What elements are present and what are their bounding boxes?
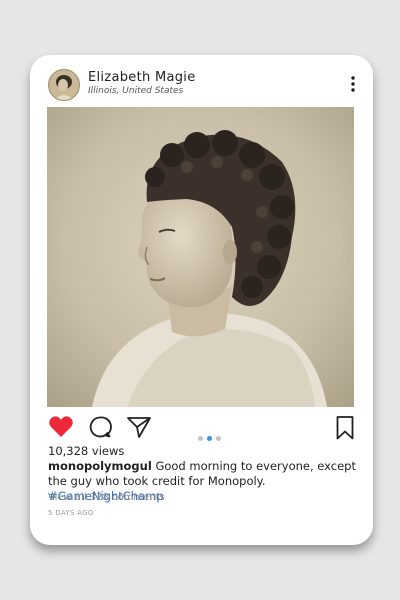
post-username[interactable]: Elizabeth Magie xyxy=(88,70,196,85)
post-card: Elizabeth Magie Illinois, United States xyxy=(30,55,373,545)
carousel-dot xyxy=(198,436,203,441)
post-header: Elizabeth Magie Illinois, United States xyxy=(48,69,359,101)
carousel-indicator xyxy=(198,426,225,441)
views-count: 10,328 views xyxy=(48,444,125,458)
comment-icon[interactable] xyxy=(88,415,112,443)
post-photo[interactable] xyxy=(47,107,354,407)
caption-username[interactable]: monopolymogul xyxy=(48,459,152,473)
carousel-dot-active xyxy=(207,436,212,441)
heart-icon[interactable] xyxy=(48,415,74,443)
carousel-dot xyxy=(216,436,221,441)
more-vertical-icon[interactable] xyxy=(349,75,357,93)
send-icon[interactable] xyxy=(126,415,152,443)
avatar[interactable] xyxy=(48,69,80,101)
post-location[interactable]: Illinois, United States xyxy=(88,86,183,96)
bookmark-icon[interactable] xyxy=(335,415,355,445)
view-all-comments-link[interactable]: View all 328 comments xyxy=(48,492,165,503)
post-actions xyxy=(46,415,357,443)
post-date: 5 DAYS AGO xyxy=(48,509,94,517)
